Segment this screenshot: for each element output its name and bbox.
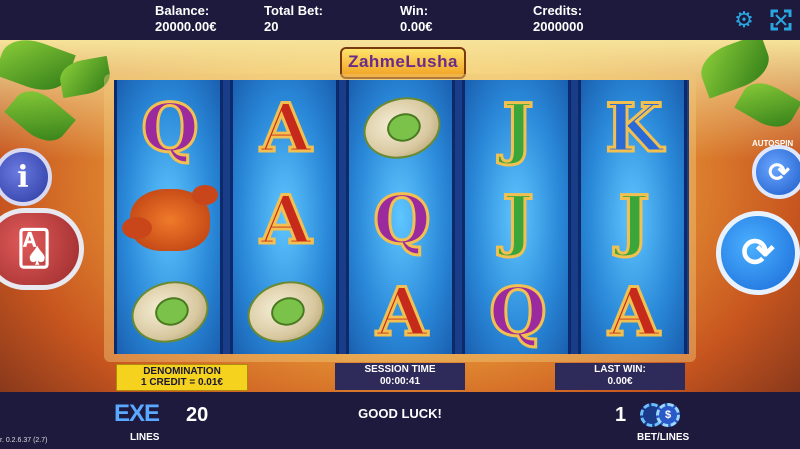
win-stat: Win: 0.00€ — [400, 3, 433, 35]
last-win-label: LAST WIN: — [594, 364, 646, 375]
letter-symbol-q: Q — [352, 180, 452, 261]
reel-1: Q — [114, 80, 223, 354]
total-bet-stat: Total Bet: 20 — [264, 3, 323, 35]
letter-symbol-j: J — [468, 180, 568, 261]
session-time-box: SESSION TIME 00:00:41 — [335, 363, 465, 390]
balance-value: 20000.00€ — [155, 19, 217, 34]
symbol-letter: Q — [372, 180, 432, 261]
letter-symbol-a: A — [236, 88, 336, 169]
pistachio-symbol — [352, 88, 452, 168]
letter-symbol-k: K — [584, 88, 684, 169]
last-win-value: 0.00€ — [607, 376, 633, 387]
reel-3: QA — [346, 80, 455, 354]
letter-symbol-q: Q — [468, 272, 568, 353]
symbol-letter: J — [617, 180, 651, 261]
session-time-value: 00:00:41 — [379, 376, 421, 387]
autospin-button[interactable]: ⟳ — [752, 145, 800, 199]
coin-icon[interactable]: $ — [656, 403, 680, 427]
letter-symbol-a: A — [236, 180, 336, 261]
cards-icon: 🂡 — [16, 230, 52, 268]
reel-4: JJQ — [462, 80, 571, 354]
symbol-letter: A — [607, 272, 661, 353]
bet-lines-label: BET/LINES — [637, 432, 690, 443]
info-icon: i — [17, 159, 29, 195]
last-win-box: LAST WIN: 0.00€ — [555, 363, 685, 390]
spin-button[interactable]: ⟳ — [716, 211, 800, 295]
pistachio-symbol — [236, 272, 336, 352]
lines-label: LINES — [130, 432, 160, 443]
status-message: GOOD LUCK! — [358, 406, 442, 421]
denomination-title: DENOMINATION — [143, 366, 221, 377]
letter-symbol-q: Q — [120, 88, 220, 169]
total-bet-label: Total Bet: — [264, 3, 323, 18]
symbol-letter: A — [259, 180, 313, 261]
letter-symbol-a: A — [352, 272, 452, 353]
bottom-bar: EXE 20 LINES GOOD LUCK! 1 $ BET/LINES — [0, 392, 800, 449]
letter-symbol-j: J — [584, 180, 684, 261]
pistachio-symbol — [120, 272, 220, 352]
denomination-value: 1 CREDIT = 0.01€ — [141, 377, 223, 388]
total-bet-value: 20 — [264, 19, 279, 34]
symbol-letter: K — [604, 88, 664, 169]
reel-2: AA — [230, 80, 339, 354]
symbol-letter: A — [259, 88, 313, 169]
lobster-symbol — [120, 180, 220, 260]
balance-label: Balance: — [155, 3, 210, 18]
credits-value: 2000000 — [533, 19, 584, 34]
top-bar: Balance: 20000.00€ Total Bet: 20 Win: 0.… — [0, 0, 800, 40]
spin-icon: ⟳ — [741, 231, 775, 275]
session-time-label: SESSION TIME — [364, 364, 436, 375]
credits-label: Credits: — [533, 3, 583, 18]
balance-stat: Balance: 20000.00€ — [155, 3, 216, 35]
win-label: Win: — [400, 3, 429, 18]
win-value: 0.00€ — [400, 19, 433, 34]
denomination-button[interactable]: DENOMINATION 1 CREDIT = 0.01€ — [116, 364, 248, 391]
paytable-button[interactable]: 🂡 — [0, 208, 84, 290]
symbol-letter: A — [375, 272, 429, 353]
gear-icon[interactable]: ⚙ — [733, 9, 755, 31]
letter-symbol-j: J — [468, 88, 568, 169]
autospin-icon: ⟳ — [768, 156, 790, 187]
fullscreen-icon[interactable] — [770, 9, 792, 31]
reels-area: QAAQAJJQKJA — [114, 80, 689, 354]
credits-stat: Credits: 2000000 — [533, 3, 584, 35]
bet-value[interactable]: 1 — [615, 404, 626, 427]
symbol-letter: Q — [488, 272, 548, 353]
version-label: r. 0.2.6.37 (2.7) — [0, 437, 48, 444]
symbol-letter: J — [501, 88, 535, 169]
symbol-letter: Q — [140, 88, 200, 169]
letter-symbol-a: A — [584, 272, 684, 353]
reel-5: KJA — [578, 80, 687, 354]
symbol-letter: J — [501, 180, 535, 261]
